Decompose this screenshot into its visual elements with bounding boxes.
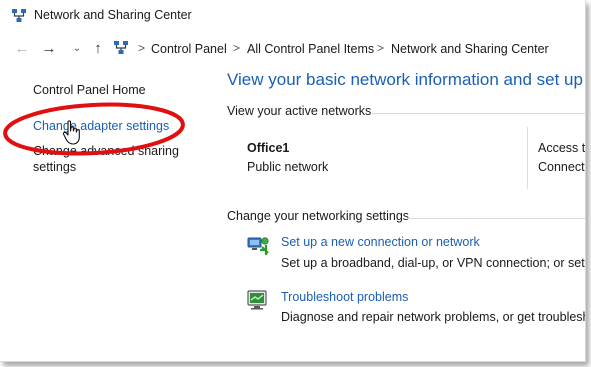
column-divider [527,127,528,189]
breadcrumb-separator: > [233,41,241,55]
breadcrumb-item-all-items[interactable]: All Control Panel Items [247,42,374,56]
new-connection-icon[interactable] [246,233,270,257]
troubleshoot-icon[interactable] [246,288,270,312]
page-heading: View your basic network information and … [227,70,586,89]
access-type-label: Access ty [538,141,586,155]
network-center-icon [12,9,26,22]
breadcrumb-item-network-center[interactable]: Network and Sharing Center [391,42,549,56]
section-divider [407,218,585,219]
breadcrumb-item-control-panel[interactable]: Control Panel [151,42,227,56]
active-networks-label: View your active networks [227,104,372,118]
change-settings-label: Change your networking settings [227,209,410,223]
title-bar: Network and Sharing Center [0,0,585,32]
setup-connection-link[interactable]: Set up a new connection or network [281,235,480,249]
connections-label: Connecti [538,160,586,174]
hand-cursor-icon [62,120,80,145]
arrow-right-icon[interactable]: → [40,40,58,58]
section-divider [372,113,585,114]
highlight-ellipse [3,102,185,156]
sidebar-home-link[interactable]: Control Panel Home [33,83,146,97]
troubleshoot-description: Diagnose and repair network problems, or… [281,310,586,324]
window-title: Network and Sharing Center [34,8,192,22]
window: Network and Sharing Center ← → ⌄ ↑ > Con… [0,0,586,362]
arrow-left-icon[interactable]: ← [13,40,31,58]
chevron-down-icon[interactable]: ⌄ [68,40,86,58]
network-name: Office1 [247,141,290,155]
network-type: Public network [247,160,329,174]
troubleshoot-link[interactable]: Troubleshoot problems [281,290,408,304]
control-panel-icon [114,41,128,54]
breadcrumb-separator: > [377,41,385,55]
arrow-up-icon[interactable]: ↑ [89,40,107,58]
setup-connection-description: Set up a broadband, dial-up, or VPN conn… [281,256,586,270]
breadcrumb-separator: > [138,41,146,55]
